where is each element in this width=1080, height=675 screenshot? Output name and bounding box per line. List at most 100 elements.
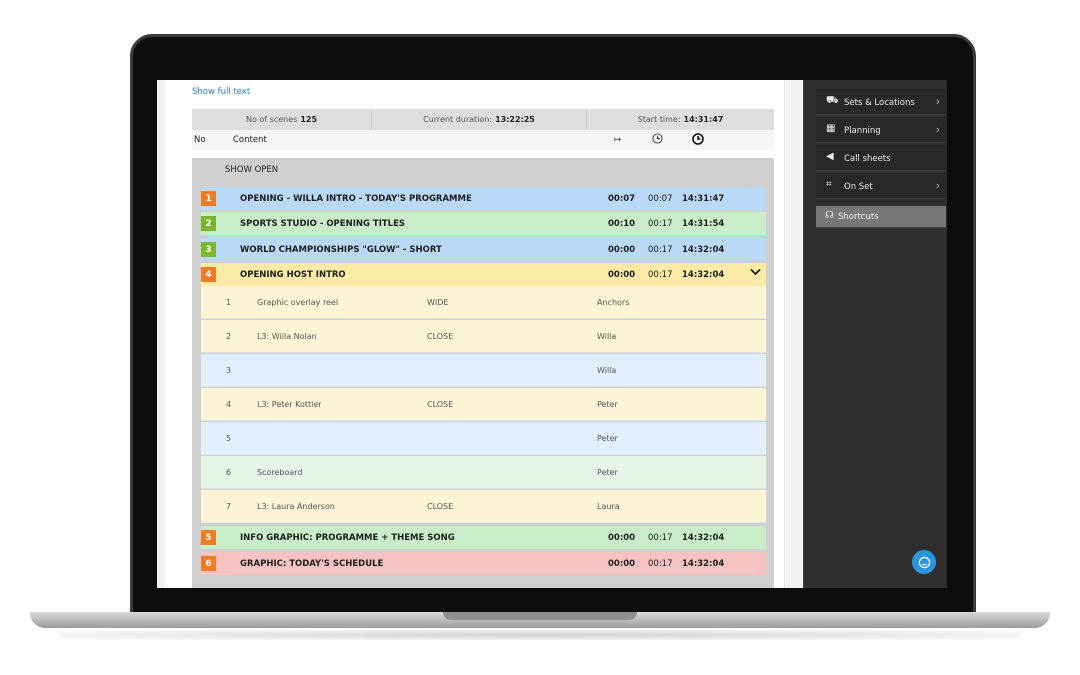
scene-cumulative: 00:17 bbox=[648, 245, 673, 255]
scene-title: WORLD CHAMPIONSHIPS "GLOW" - SHORT bbox=[240, 245, 442, 255]
sidebar-item-planning[interactable]: ▦ Planning › bbox=[816, 117, 946, 143]
headset-icon: ☊ bbox=[825, 210, 834, 221]
scrollbar-track[interactable] bbox=[784, 80, 804, 588]
shot-subject: Laura bbox=[597, 502, 620, 511]
scene-number-badge: 5 bbox=[201, 530, 216, 545]
width-icon[interactable]: ↦ bbox=[614, 135, 621, 145]
laptop-shadow bbox=[60, 630, 1020, 640]
sidebar-item-shortcuts[interactable]: ☊ Shortcuts bbox=[816, 206, 946, 228]
scene-title: INFO GRAPHIC: PROGRAMME + THEME SONG bbox=[240, 533, 455, 543]
shot-subject: Willa bbox=[597, 366, 617, 375]
clock-bold-icon[interactable] bbox=[692, 133, 704, 148]
scene-cumulative: 00:17 bbox=[648, 270, 673, 280]
shot-subject: Peter bbox=[597, 468, 618, 477]
shot-row[interactable]: 5 Peter bbox=[201, 422, 766, 455]
sidebar: ⛟ Sets & Locations › ▦ Planning › ◀ Call… bbox=[803, 80, 947, 588]
show-full-text-link[interactable]: Show full text bbox=[192, 87, 250, 97]
shot-content: L3: Laura Anderson bbox=[257, 502, 335, 511]
calendar-icon: ▦ bbox=[826, 123, 836, 134]
rundown-panel: Show full text No of scenes 125 Current … bbox=[157, 80, 804, 588]
scene-cumulative: 00:17 bbox=[648, 559, 673, 569]
shot-number: 5 bbox=[226, 434, 232, 443]
scene-duration: 00:00 bbox=[608, 270, 636, 280]
laptop-notch bbox=[443, 612, 637, 620]
scene-title: GRAPHIC: TODAY'S SCHEDULE bbox=[240, 559, 384, 569]
shot-row[interactable]: 4 L3: Peter Kottler CLOSE Peter bbox=[201, 388, 766, 421]
scene-row[interactable]: 6 GRAPHIC: TODAY'S SCHEDULE 00:00 00:17 … bbox=[201, 552, 766, 575]
scene-time: 14:31:54 bbox=[682, 219, 725, 229]
shot-number: 3 bbox=[226, 366, 232, 375]
shot-subject: Anchors bbox=[597, 298, 630, 307]
shot-content: L3: Willa Nolan bbox=[257, 332, 317, 341]
scene-duration: 00:00 bbox=[608, 245, 636, 255]
scene-title: SPORTS STUDIO - OPENING TITLES bbox=[240, 219, 406, 229]
current-duration: Current duration: 13:22:25 bbox=[372, 109, 587, 130]
shot-number: 6 bbox=[226, 468, 232, 477]
sidebar-item-sets-locations[interactable]: ⛟ Sets & Locations › bbox=[816, 89, 946, 115]
shot-size: WIDE bbox=[427, 298, 449, 307]
shot-row[interactable]: 6 Scoreboard Peter bbox=[201, 456, 766, 489]
scene-number-badge: 6 bbox=[201, 556, 216, 571]
shot-subject: Willa bbox=[597, 332, 617, 341]
shot-size: CLOSE bbox=[427, 332, 454, 341]
chevron-right-icon: › bbox=[935, 123, 940, 136]
scene-title: OPENING - WILLA INTRO - TODAY'S PROGRAMM… bbox=[240, 194, 472, 204]
start-time: Start time: 14:31:47 bbox=[637, 115, 724, 124]
scene-cumulative: 00:17 bbox=[648, 533, 673, 543]
shot-content: Scoreboard bbox=[257, 468, 303, 477]
shot-content: L3: Peter Kottler bbox=[257, 400, 322, 409]
rundown-stats: No of scenes 125 Current duration: 13:22… bbox=[192, 109, 774, 130]
shot-number: 1 bbox=[226, 298, 232, 307]
shot-row[interactable]: 3 Willa bbox=[201, 354, 766, 387]
scene-cumulative: 00:07 bbox=[648, 194, 673, 204]
col-no[interactable]: No bbox=[194, 135, 206, 145]
scene-row[interactable]: 5 INFO GRAPHIC: PROGRAMME + THEME SONG 0… bbox=[201, 526, 766, 549]
scene-time: 14:32:04 bbox=[682, 270, 725, 280]
scene-time: 14:32:04 bbox=[682, 559, 725, 569]
scene-time: 14:32:04 bbox=[682, 533, 725, 543]
scene-number-badge: 2 bbox=[201, 216, 216, 231]
scene-row-expanded[interactable]: 4 OPENING HOST INTRO 00:00 00:17 14:32:0… bbox=[201, 263, 766, 286]
shot-row[interactable]: 1 Graphic overlay reel WIDE Anchors bbox=[201, 286, 766, 319]
chat-icon[interactable] bbox=[912, 550, 936, 574]
scene-duration: 00:00 bbox=[608, 559, 636, 569]
shot-row[interactable]: 7 L3: Laura Anderson CLOSE Laura bbox=[201, 490, 766, 523]
shot-size: CLOSE bbox=[427, 502, 454, 511]
chevron-down-icon[interactable] bbox=[750, 266, 761, 279]
shot-subject: Peter bbox=[597, 400, 618, 409]
scene-count: No of scenes 125 bbox=[192, 109, 372, 130]
scene-number-badge: 1 bbox=[201, 191, 216, 206]
director-chair-icon: ⌗ bbox=[826, 179, 832, 190]
sidebar-item-call-sheets[interactable]: ◀ Call sheets bbox=[816, 145, 946, 171]
scene-cumulative: 00:17 bbox=[648, 219, 673, 229]
scene-title: OPENING HOST INTRO bbox=[240, 270, 346, 280]
scene-time: 14:31:47 bbox=[682, 194, 725, 204]
app-screen: Show full text No of scenes 125 Current … bbox=[157, 80, 947, 588]
clock-icon[interactable] bbox=[652, 133, 663, 147]
shot-number: 4 bbox=[226, 400, 232, 409]
column-header: No Content ↦ bbox=[192, 130, 774, 150]
shot-number: 7 bbox=[226, 502, 232, 511]
scene-row[interactable]: 2 SPORTS STUDIO - OPENING TITLES 00:10 0… bbox=[201, 212, 766, 235]
scene-duration: 00:07 bbox=[608, 194, 636, 204]
scene-row[interactable]: 3 WORLD CHAMPIONSHIPS "GLOW" - SHORT 00:… bbox=[201, 238, 766, 261]
scene-row[interactable]: 1 OPENING - WILLA INTRO - TODAY'S PROGRA… bbox=[201, 187, 766, 210]
chevron-right-icon: › bbox=[935, 95, 940, 108]
shot-content: Graphic overlay reel bbox=[257, 298, 339, 307]
sets-icon: ⛟ bbox=[826, 95, 839, 106]
left-gutter bbox=[157, 80, 165, 588]
col-content[interactable]: Content bbox=[233, 135, 267, 145]
shot-number: 2 bbox=[226, 332, 232, 341]
shot-size: CLOSE bbox=[427, 400, 454, 409]
megaphone-icon: ◀ bbox=[826, 151, 834, 162]
scene-duration: 00:10 bbox=[608, 219, 636, 229]
chevron-right-icon: › bbox=[935, 179, 940, 192]
scene-duration: 00:00 bbox=[608, 533, 636, 543]
shot-row[interactable]: 2 L3: Willa Nolan CLOSE Willa bbox=[201, 320, 766, 353]
scene-time: 14:32:04 bbox=[682, 245, 725, 255]
group-title: SHOW OPEN bbox=[225, 165, 279, 175]
shot-subject: Peter bbox=[597, 434, 618, 443]
scene-number-badge: 3 bbox=[201, 242, 216, 257]
sidebar-item-on-set[interactable]: ⌗ On Set › bbox=[816, 173, 946, 199]
scene-number-badge: 4 bbox=[201, 267, 216, 282]
